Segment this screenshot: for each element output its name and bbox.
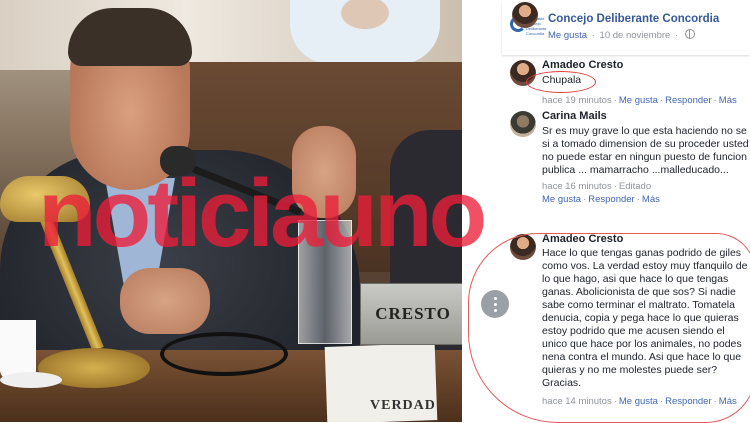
page-meta: Me gusta · 10 de noviembre · <box>548 29 695 41</box>
water-glass <box>298 220 352 344</box>
comment-author[interactable]: Amadeo Cresto <box>542 59 750 71</box>
comment-text: Sr es muy grave lo que esta haciendo no … <box>542 125 749 176</box>
mic-cable <box>160 332 288 376</box>
highlight-ellipse <box>526 71 596 93</box>
more-link[interactable]: Más <box>719 95 737 106</box>
page-header: Honorable Concejo Deliberante Concordia … <box>502 0 750 55</box>
coffee-cup <box>0 320 36 380</box>
nameplate: CRESTO <box>360 283 462 345</box>
comment-actions: Me gusta · Responder · Más <box>542 194 660 205</box>
news-photo: VERDAD CRESTO <box>0 0 462 422</box>
comment-actions: hace 16 minutos · Editado <box>542 181 652 192</box>
avatar[interactable] <box>512 2 538 28</box>
microphone-icon <box>160 146 196 176</box>
reply-link[interactable]: Responder <box>665 95 711 106</box>
globe-icon <box>684 29 695 39</box>
paper-sign-text: VERDAD <box>370 398 436 413</box>
more-link[interactable]: Más <box>642 194 660 205</box>
comment-time[interactable]: hace 16 minutos <box>542 181 612 192</box>
avatar[interactable] <box>510 111 536 137</box>
reply-link[interactable]: Responder <box>588 194 634 205</box>
raised-hand <box>292 126 356 218</box>
edited-label[interactable]: Editado <box>619 181 651 192</box>
comment-time[interactable]: hace 19 minutos <box>542 95 612 106</box>
comment-author[interactable]: Carina Mails <box>542 110 750 122</box>
saucer <box>0 372 62 388</box>
comment-actions: hace 19 minutos · Me gusta · Responder · Más <box>542 95 737 106</box>
post-date[interactable]: 10 de noviembre <box>600 30 671 41</box>
page-name-link[interactable]: Concejo Deliberante Concordia <box>548 13 719 25</box>
highlight-outline <box>468 233 750 423</box>
background-person <box>290 0 440 64</box>
comment-body: Carina Mails Sr es muy grave lo que esta… <box>542 110 750 205</box>
like-link[interactable]: Me gusta <box>619 95 658 106</box>
nameplate-text: CRESTO <box>375 304 451 323</box>
resting-hand <box>120 268 210 334</box>
speaker-hair <box>68 8 192 66</box>
page-like-link[interactable]: Me gusta <box>548 30 587 41</box>
like-link[interactable]: Me gusta <box>542 194 581 205</box>
desk-lamp <box>0 176 90 222</box>
